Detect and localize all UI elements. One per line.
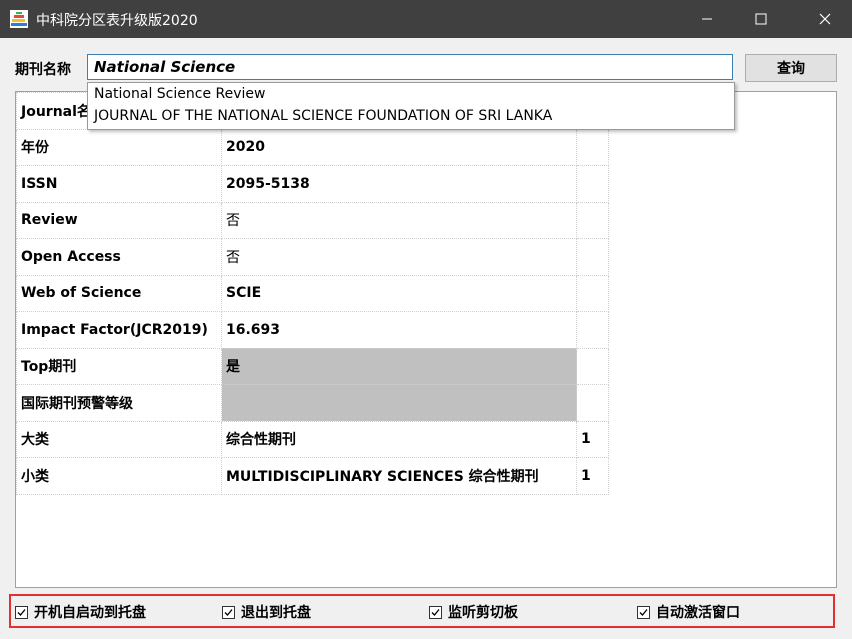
field-extra bbox=[576, 347, 609, 385]
table-row: ISSN 2095-5138 bbox=[16, 165, 609, 203]
field-value: MULTIDISCIPLINARY SCIENCES 综合性期刊 bbox=[221, 457, 577, 495]
field-extra bbox=[576, 165, 609, 203]
field-value: SCIE bbox=[221, 274, 577, 312]
option-label: 退出到托盘 bbox=[241, 605, 311, 621]
field-label: Web of Science bbox=[16, 274, 222, 312]
autocomplete-dropdown: National Science Review JOURNAL OF THE N… bbox=[87, 82, 735, 130]
field-label: Top期刊 bbox=[16, 347, 222, 385]
title-bar: 中科院分区表升级版2020 bbox=[0, 0, 852, 38]
journal-search-field[interactable] bbox=[87, 54, 733, 80]
field-label: ISSN bbox=[16, 165, 222, 203]
maximize-button[interactable] bbox=[738, 0, 784, 38]
suggestion-item[interactable]: JOURNAL OF THE NATIONAL SCIENCE FOUNDATI… bbox=[94, 108, 552, 124]
journal-info-table: Journal名 年份 2020 ISSN 2095-5138 Review 否… bbox=[16, 92, 609, 495]
field-value: 16.693 bbox=[221, 311, 577, 349]
field-extra bbox=[576, 384, 609, 422]
close-button[interactable] bbox=[802, 0, 848, 38]
field-label: Review bbox=[16, 201, 222, 239]
checkbox[interactable] bbox=[637, 605, 650, 619]
table-row: Review 否 bbox=[16, 201, 609, 239]
field-label: 国际期刊预警等级 bbox=[16, 384, 222, 422]
query-button[interactable]: 查询 bbox=[745, 54, 837, 82]
table-row: Impact Factor(JCR2019) 16.693 bbox=[16, 311, 609, 349]
field-value: 否 bbox=[221, 201, 577, 239]
table-row: Web of Science SCIE bbox=[16, 274, 609, 312]
option-label: 监听剪切板 bbox=[448, 605, 518, 621]
check-icon bbox=[431, 608, 440, 616]
table-row: Top期刊 是 bbox=[16, 347, 609, 385]
field-label: 大类 bbox=[16, 420, 222, 458]
field-extra: 1 bbox=[576, 457, 609, 495]
check-icon bbox=[17, 608, 26, 616]
field-extra bbox=[576, 128, 609, 166]
field-value: 2020 bbox=[221, 128, 577, 166]
table-row: 小类 MULTIDISCIPLINARY SCIENCES 综合性期刊 1 bbox=[16, 457, 609, 495]
field-extra bbox=[576, 274, 609, 312]
field-label: 小类 bbox=[16, 457, 222, 495]
journal-name-label: 期刊名称 bbox=[15, 62, 71, 78]
option-label: 自动激活窗口 bbox=[656, 605, 740, 621]
options-bar: 开机自启动到托盘 退出到托盘 监听剪切板 自动激活窗口 bbox=[9, 594, 835, 628]
field-value bbox=[221, 384, 577, 422]
suggestion-item[interactable]: National Science Review bbox=[94, 86, 265, 102]
field-value: 综合性期刊 bbox=[221, 420, 577, 458]
close-icon bbox=[819, 13, 831, 25]
option-exit-to-tray[interactable]: 退出到托盘 bbox=[222, 602, 311, 622]
field-extra bbox=[576, 238, 609, 276]
option-auto-activate-window[interactable]: 自动激活窗口 bbox=[637, 602, 740, 622]
field-label: 年份 bbox=[16, 128, 222, 166]
field-value: 2095-5138 bbox=[221, 165, 577, 203]
field-value: 否 bbox=[221, 238, 577, 276]
check-icon bbox=[639, 608, 648, 616]
table-row: 国际期刊预警等级 bbox=[16, 384, 609, 422]
option-autostart-tray[interactable]: 开机自启动到托盘 bbox=[15, 602, 146, 622]
check-icon bbox=[224, 608, 233, 616]
journal-search-input[interactable] bbox=[88, 55, 732, 79]
maximize-icon bbox=[755, 13, 767, 25]
checkbox[interactable] bbox=[429, 605, 442, 619]
minimize-icon bbox=[702, 18, 712, 20]
app-icon bbox=[10, 10, 28, 28]
journal-info-panel: Journal名 年份 2020 ISSN 2095-5138 Review 否… bbox=[15, 91, 837, 588]
field-value: 是 bbox=[221, 347, 577, 385]
field-label: Impact Factor(JCR2019) bbox=[16, 311, 222, 349]
checkbox[interactable] bbox=[222, 605, 235, 619]
table-row: 年份 2020 bbox=[16, 128, 609, 166]
table-row: Open Access 否 bbox=[16, 238, 609, 276]
minimize-button[interactable] bbox=[684, 0, 730, 38]
field-extra bbox=[576, 201, 609, 239]
table-row: 大类 综合性期刊 1 bbox=[16, 420, 609, 458]
field-label: Open Access bbox=[16, 238, 222, 276]
option-monitor-clipboard[interactable]: 监听剪切板 bbox=[429, 602, 518, 622]
option-label: 开机自启动到托盘 bbox=[34, 605, 146, 621]
field-extra: 1 bbox=[576, 420, 609, 458]
checkbox[interactable] bbox=[15, 605, 28, 619]
window-title: 中科院分区表升级版2020 bbox=[36, 13, 198, 29]
field-extra bbox=[576, 311, 609, 349]
